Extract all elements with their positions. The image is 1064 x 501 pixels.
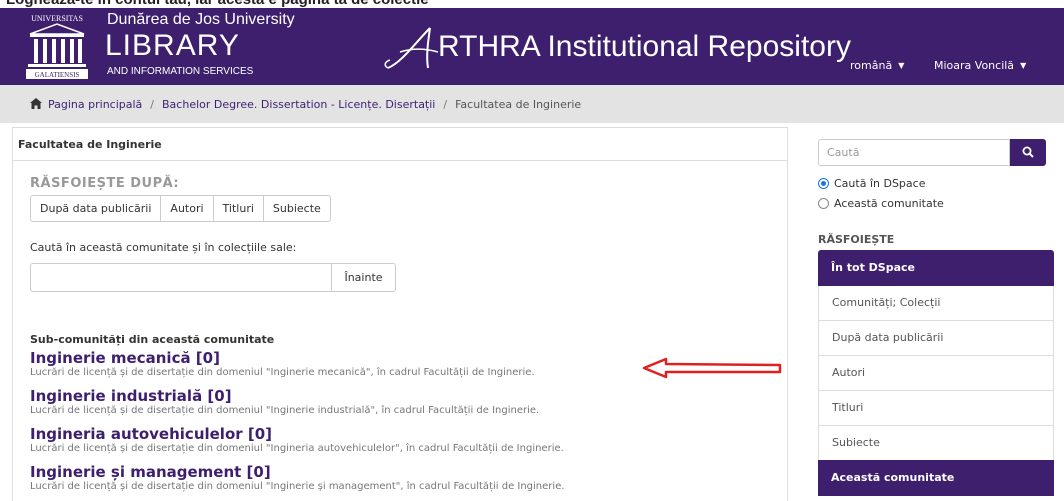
browse-heading: RĂSFOIEȘTE DUPĂ: <box>30 176 180 191</box>
subcommunity-description: Lucrări de licență și de disertație din … <box>30 405 540 416</box>
library-name: LIBRARY <box>105 29 240 62</box>
scope-option-community[interactable]: Această comunitate <box>818 197 944 210</box>
scope-option-label: Această comunitate <box>834 197 944 210</box>
chevron-down-icon: ▼ <box>898 61 905 70</box>
university-seal-logo: UNIVERSITAS GALATIENSIS <box>26 14 88 79</box>
sidebar-browse-heading: RĂSFOIEȘTE <box>818 233 895 246</box>
community-search-label: Caută în această comunitate și în colecț… <box>30 241 297 254</box>
radio-unchecked-icon <box>818 198 829 209</box>
subcommunity-description: Lucrări de licență și de disertație din … <box>30 481 565 492</box>
svg-text:GALATIENSIS: GALATIENSIS <box>35 71 80 79</box>
subcommunity-link[interactable]: Inginerie industrială [0] <box>30 387 770 405</box>
user-menu[interactable]: Mioara Voncilă ▼ <box>934 59 1026 72</box>
sidebar-item-by-date[interactable]: După data publicării <box>818 321 1054 356</box>
chevron-down-icon: ▼ <box>1020 61 1027 70</box>
list-item: Ingineria autovehiculelor [0] Lucrări de… <box>30 425 770 463</box>
subcommunity-link[interactable]: Inginerie și management [0] <box>30 463 770 481</box>
sidebar-search-input[interactable]: Caută <box>818 139 1010 166</box>
breadcrumb-level1[interactable]: Bachelor Degree. Dissertation - Licențe.… <box>162 98 435 111</box>
home-icon <box>30 98 42 109</box>
cropped-top-text: Logheaza-te in contul tau, iar acesta e … <box>0 0 1064 8</box>
repository-title: RTHRA Institutional Repository <box>438 30 851 63</box>
breadcrumb-separator: / <box>150 98 155 111</box>
sidebar-section-all-dspace: În tot DSpace <box>818 250 1054 286</box>
browse-by-title-button[interactable]: Titluri <box>212 195 264 222</box>
list-item: Inginerie industrială [0] Lucrări de lic… <box>30 387 770 425</box>
subcommunity-link[interactable]: Ingineria autovehiculelor [0] <box>30 425 770 443</box>
language-menu[interactable]: română ▼ <box>850 59 904 72</box>
divider <box>12 160 788 161</box>
list-item: Inginerie și management [0] Lucrări de l… <box>30 463 770 501</box>
community-search-input[interactable] <box>30 263 332 292</box>
sidebar-section-this-community: Această comunitate <box>818 460 1054 496</box>
university-name: Dunărea de Jos University <box>107 11 295 28</box>
page-title: Facultatea de Inginerie <box>18 138 162 151</box>
sidebar-item-authors[interactable]: Autori <box>818 356 1054 391</box>
sidebar-search-button[interactable] <box>1010 139 1046 166</box>
subcommunity-description: Lucrări de licență și de disertație din … <box>30 443 564 454</box>
breadcrumb-home[interactable]: Pagina principală <box>48 98 142 111</box>
breadcrumb-current: Facultatea de Inginerie <box>455 98 582 111</box>
browse-by-date-button[interactable]: După data publicării <box>30 195 162 222</box>
arthra-a-logo <box>384 27 439 69</box>
svg-text:UNIVERSITAS: UNIVERSITAS <box>31 14 83 23</box>
search-icon <box>1022 146 1034 158</box>
browse-button-group: După data publicării Autori Titluri Subi… <box>30 195 331 222</box>
breadcrumb-separator: / <box>443 98 448 111</box>
library-subtitle: AND INFORMATION SERVICES <box>107 66 254 77</box>
browse-by-subject-button[interactable]: Subiecte <box>262 195 331 222</box>
user-name: Mioara Voncilă <box>934 59 1015 72</box>
scope-option-label: Caută în DSpace <box>834 177 926 190</box>
sidebar-item-titles[interactable]: Titluri <box>818 391 1054 426</box>
radio-checked-icon <box>818 178 829 189</box>
sidebar-item-communities[interactable]: Comunități; Colecții <box>818 286 1054 321</box>
breadcrumb: Pagina principală / Bachelor Degree. Disse… <box>0 85 1064 123</box>
subcommunities-heading: Sub-comunități din această comunitate <box>30 333 275 346</box>
site-header: UNIVERSITAS GALATIENSIS Dunărea de Jos U… <box>0 8 1064 85</box>
sidebar-item-subjects[interactable]: Subiecte <box>818 426 1054 461</box>
sidebar-browse-list: În tot DSpace Comunități; Colecții După … <box>818 250 1054 461</box>
language-label: română <box>850 59 893 72</box>
red-arrow-annotation <box>642 357 782 379</box>
community-search-go-button[interactable]: Înainte <box>331 263 396 292</box>
browse-by-author-button[interactable]: Autori <box>160 195 214 222</box>
scope-option-dspace[interactable]: Caută în DSpace <box>818 177 925 190</box>
